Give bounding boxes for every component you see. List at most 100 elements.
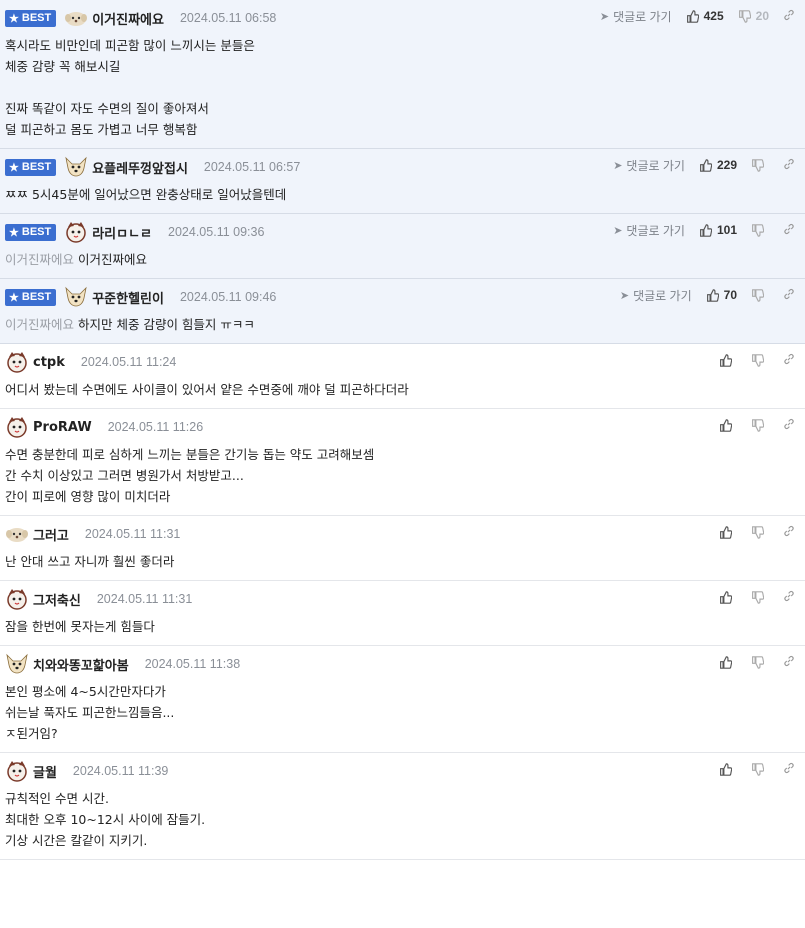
comment-body: 잠을 한번에 못자는게 힘들다 <box>5 616 800 637</box>
comment-text: 이거진짜에요 <box>78 252 148 267</box>
comment-body: 어디서 봤는데 수면에도 사이클이 있어서 얕은 수면중에 깨야 덜 피곤하다더… <box>5 379 800 400</box>
cat-avatar[interactable] <box>5 760 29 782</box>
link-icon[interactable] <box>783 353 795 368</box>
thumbs-up-icon <box>720 525 732 539</box>
cat-avatar[interactable] <box>64 221 88 243</box>
downvote-button[interactable] <box>751 288 769 302</box>
dog-avatar[interactable] <box>5 653 29 675</box>
comment-text: 혹시라도 비만인데 피곤함 많이 느끼시는 분들은 체중 감량 꼭 해보시길 진… <box>5 38 255 137</box>
upvote-count: 101 <box>716 223 737 237</box>
best-badge: ★ BEST <box>5 158 57 176</box>
comment-header: 글월 2024.05.11 11:39 <box>5 760 800 782</box>
nickname[interactable]: 이거진짜에요 <box>92 9 164 28</box>
nickname[interactable]: 요플레뚜껑앞접시 <box>92 158 188 177</box>
comment-header: 그러고 2024.05.11 11:31 <box>5 524 800 544</box>
upvote-count: 229 <box>716 158 737 172</box>
comment-actions: ➤ 댓글로 가기 70 <box>620 285 795 305</box>
nickname[interactable]: 꾸준한헬린이 <box>92 288 164 307</box>
comment-header: ProRAW 2024.05.11 11:26 <box>5 416 800 438</box>
thumbs-down-icon <box>752 288 764 302</box>
thumbs-up-icon <box>720 418 732 432</box>
comment-item: ★ BEST 이거진짜에요 2024.05.11 06:58 ➤ 댓글로 가기 42… <box>0 0 805 149</box>
link-icon[interactable] <box>783 223 795 238</box>
quoted-nickname[interactable]: 이거진짜에요 <box>5 317 74 332</box>
cat-avatar[interactable] <box>5 416 29 438</box>
nickname[interactable]: 그러고 <box>33 525 69 544</box>
downvote-button[interactable] <box>751 353 769 367</box>
best-badge: ★ BEST <box>5 288 57 306</box>
best-label: BEST <box>21 226 52 238</box>
downvote-button[interactable]: 20 <box>738 9 769 23</box>
link-icon[interactable] <box>783 288 795 303</box>
upvote-button[interactable]: 229 <box>699 158 737 172</box>
thumbs-down-icon <box>752 655 764 669</box>
comment-body: 규칙적인 수면 시간. 최대한 오후 10~12시 사이에 잠들기. 기상 시간… <box>5 788 800 851</box>
dog-avatar[interactable] <box>64 156 88 178</box>
link-icon[interactable] <box>783 655 795 670</box>
nickname[interactable]: ProRAW <box>33 420 92 435</box>
downvote-button[interactable] <box>751 158 769 172</box>
comment-item: 치와와똥꼬핥아봄 2024.05.11 11:38 본인 평소에 4~5시간만자… <box>0 646 805 753</box>
link-icon[interactable] <box>783 762 795 777</box>
pup-avatar[interactable] <box>5 523 29 545</box>
star-icon: ★ <box>9 161 19 174</box>
star-icon: ★ <box>9 291 19 304</box>
upvote-button[interactable] <box>719 525 737 539</box>
upvote-button[interactable]: 101 <box>699 223 737 237</box>
comment-body: 이거진짜에요 하지만 체중 감량이 힘들지 ㅠㅋㅋ <box>5 314 800 335</box>
dog-avatar[interactable] <box>64 286 88 308</box>
comment-text: 잠을 한번에 못자는게 힘들다 <box>5 619 155 634</box>
nickname[interactable]: 글월 <box>33 762 57 781</box>
comment-body: 이거진짜에요 이거진짜에요 <box>5 249 800 270</box>
link-icon[interactable] <box>783 9 795 24</box>
link-icon[interactable] <box>783 418 795 433</box>
comment-item: ★ BEST 라리ㅁㄴㄹ 2024.05.11 09:36 ➤ 댓글로 가기 101… <box>0 214 805 279</box>
reply-link[interactable]: ➤ 댓글로 가기 <box>613 222 685 239</box>
comment-date: 2024.05.11 11:26 <box>107 420 204 434</box>
thumbs-down-icon <box>752 418 764 432</box>
link-icon[interactable] <box>783 158 795 173</box>
comment-actions <box>719 652 795 672</box>
link-icon[interactable] <box>783 590 795 605</box>
downvote-button[interactable] <box>751 590 769 604</box>
upvote-button[interactable] <box>719 418 737 432</box>
reply-link[interactable]: ➤ 댓글로 가기 <box>600 8 672 25</box>
pup-avatar[interactable] <box>64 7 88 29</box>
upvote-button[interactable]: 425 <box>686 9 724 23</box>
comment-date: 2024.05.11 06:57 <box>203 160 301 174</box>
comment-item: ★ BEST 꾸준한헬린이 2024.05.11 09:46 ➤ 댓글로 가기 70… <box>0 279 805 344</box>
upvote-button[interactable] <box>719 353 737 367</box>
comment-header: 치와와똥꼬핥아봄 2024.05.11 11:38 <box>5 653 800 675</box>
thumbs-up-icon <box>720 655 732 669</box>
downvote-button[interactable] <box>751 525 769 539</box>
downvote-button[interactable] <box>751 655 769 669</box>
nickname[interactable]: 그저축신 <box>33 590 81 609</box>
comment-actions: ➤ 댓글로 가기 229 <box>613 155 795 175</box>
quoted-nickname[interactable]: 이거진짜에요 <box>5 252 74 267</box>
comment-actions <box>719 350 795 370</box>
thumbs-down-icon <box>752 353 764 367</box>
cat-avatar[interactable] <box>5 588 29 610</box>
thumbs-down-icon <box>738 9 751 23</box>
upvote-count: 70 <box>723 288 737 302</box>
downvote-button[interactable] <box>751 762 769 776</box>
comment-item: 그저축신 2024.05.11 11:31 잠을 한번에 못자는게 힘들다 <box>0 581 805 646</box>
nickname[interactable]: ctpk <box>33 355 65 370</box>
link-icon[interactable] <box>783 525 795 540</box>
comment-date: 2024.05.11 11:24 <box>80 355 177 369</box>
reply-link[interactable]: ➤ 댓글로 가기 <box>613 157 685 174</box>
upvote-button[interactable] <box>719 762 737 776</box>
comment-header: ctpk 2024.05.11 11:24 <box>5 351 800 373</box>
nickname[interactable]: 라리ㅁㄴㄹ <box>92 223 152 242</box>
nickname[interactable]: 치와와똥꼬핥아봄 <box>33 655 129 674</box>
downvote-button[interactable] <box>751 418 769 432</box>
upvote-button[interactable]: 70 <box>706 288 737 302</box>
reply-link[interactable]: ➤ 댓글로 가기 <box>620 287 692 304</box>
comment-date: 2024.05.11 06:58 <box>179 11 277 25</box>
upvote-button[interactable] <box>719 655 737 669</box>
upvote-button[interactable] <box>719 590 737 604</box>
send-arrow-icon: ➤ <box>619 289 630 302</box>
comment-text: 규칙적인 수면 시간. 최대한 오후 10~12시 사이에 잠들기. 기상 시간… <box>5 791 206 848</box>
downvote-button[interactable] <box>751 223 769 237</box>
cat-avatar[interactable] <box>5 351 29 373</box>
